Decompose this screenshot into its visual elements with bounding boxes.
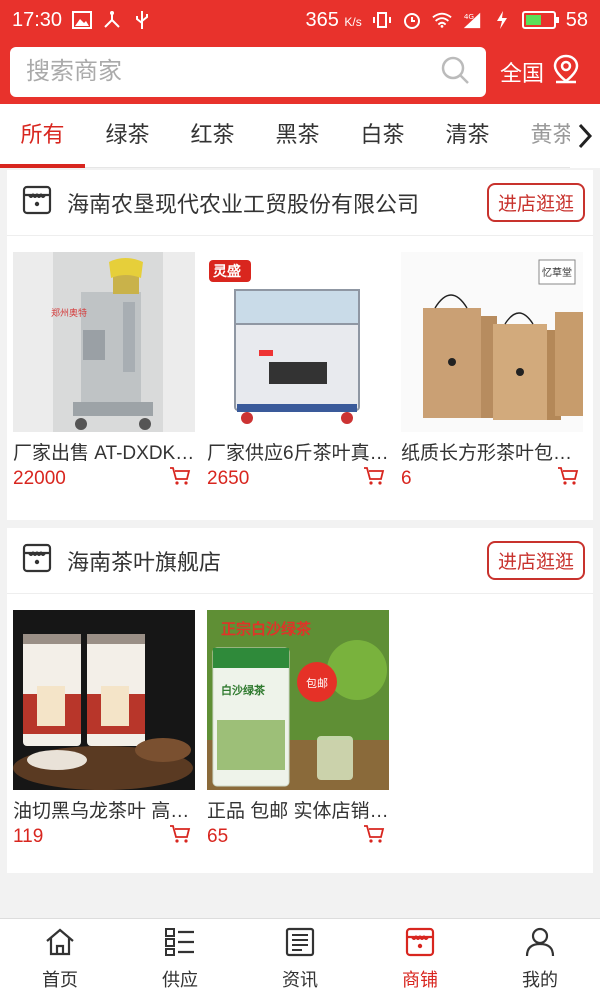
shop-card: 海南茶叶旗舰店 进店逛逛 油切黑乌龙茶叶 高山茶 119 正宗白沙绿茶 白沙绿茶… [7, 528, 593, 873]
network-share-icon [102, 10, 122, 30]
product-image-green-tea-bag[interactable]: 正宗白沙绿茶 白沙绿茶 包邮 [207, 610, 389, 790]
nav-mine-label: 我的 [522, 970, 558, 990]
product-name: 油切黑乌龙茶叶 高山茶 [13, 801, 195, 822]
chevron-right-icon[interactable] [570, 104, 600, 168]
product-name: 厂家供应6斤茶叶真空包装机 [207, 443, 389, 464]
signal-icon: 4G [462, 10, 482, 30]
tab-white-tea[interactable]: 白茶 [340, 104, 425, 168]
nav-supply-label: 供应 [162, 970, 198, 990]
product-price: 65 [207, 825, 229, 847]
location-pin-icon [552, 54, 580, 90]
product-image-vacuum-sealer[interactable]: 灵盛 [207, 252, 389, 432]
svg-text:4G: 4G [464, 12, 475, 21]
bottom-nav: 首页 供应 资讯 商铺 我的 [0, 918, 600, 1000]
svg-text:白沙绿茶: 白沙绿茶 [221, 683, 266, 697]
news-icon [284, 927, 316, 962]
nav-home[interactable]: 首页 [0, 919, 120, 1000]
nav-supply[interactable]: 供应 [120, 919, 240, 1000]
alarm-icon [402, 10, 422, 30]
svg-text:忆草堂: 忆草堂 [542, 266, 572, 279]
product-price: 22000 [13, 467, 66, 489]
visit-shop-button[interactable]: 进店逛逛 [486, 183, 585, 222]
tab-dark-tea[interactable]: 黑茶 [255, 104, 340, 168]
shop-list: 海南农垦现代农业工贸股份有限公司 进店逛逛 郑州奥特 厂家出售 AT-DXDK … [0, 170, 600, 918]
svg-text:灵盛: 灵盛 [213, 263, 241, 280]
product-row: 油切黑乌龙茶叶 高山茶 119 正宗白沙绿茶 白沙绿茶 包邮 正品 包邮 实体店… [7, 594, 593, 849]
product-row: 郑州奥特 厂家出售 AT-DXDK 全自动茶叶包装机 22000 [7, 236, 593, 491]
search-icon[interactable] [440, 55, 470, 90]
product-card[interactable]: 郑州奥特 厂家出售 AT-DXDK 全自动茶叶包装机 22000 [13, 252, 195, 491]
product-card[interactable]: 油切黑乌龙茶叶 高山茶 119 [13, 610, 195, 849]
home-icon [44, 927, 76, 962]
shop-name[interactable]: 海南茶叶旗舰店 [67, 545, 487, 577]
product-name: 正品 包邮 实体店销售白沙绿茶 [207, 801, 389, 822]
svg-text:郑州奥特: 郑州奥特 [51, 307, 87, 319]
product-card[interactable]: 忆草堂 纸质长方形茶叶包装盒 6 [401, 252, 583, 491]
region-selector[interactable]: 全国 [500, 54, 580, 90]
charging-icon [492, 10, 512, 30]
list-icon [164, 927, 196, 962]
shop-icon [404, 927, 436, 962]
nav-news-label: 资讯 [282, 970, 318, 990]
tab-black-tea[interactable]: 红茶 [170, 104, 255, 168]
shop-name[interactable]: 海南农垦现代农业工贸股份有限公司 [67, 187, 487, 219]
cart-icon[interactable] [557, 466, 579, 491]
search-box[interactable] [10, 47, 486, 97]
cart-icon[interactable] [169, 824, 191, 849]
region-label: 全国 [500, 61, 545, 86]
shop-header[interactable]: 海南农垦现代农业工贸股份有限公司 进店逛逛 [7, 170, 593, 236]
usb-icon [132, 10, 152, 30]
storefront-icon [21, 184, 53, 221]
cart-icon[interactable] [363, 466, 385, 491]
battery-icon [521, 11, 559, 29]
storefront-icon [21, 542, 53, 579]
tab-clear-tea[interactable]: 清茶 [425, 104, 510, 168]
tab-all[interactable]: 所有 [0, 104, 85, 168]
product-price: 6 [401, 467, 412, 489]
product-name: 厂家出售 AT-DXDK 全自动茶叶包装机 [13, 443, 195, 464]
net-speed: 365 K/s [305, 8, 362, 31]
product-image-oolong-tea-cans[interactable] [13, 610, 195, 790]
product-image-paper-box[interactable]: 忆草堂 [401, 252, 583, 432]
product-image-packaging-machine[interactable]: 郑州奥特 [13, 252, 195, 432]
svg-text:包邮: 包邮 [306, 677, 328, 690]
cart-icon[interactable] [169, 466, 191, 491]
nav-shops-label: 商铺 [402, 970, 438, 990]
nav-mine[interactable]: 我的 [480, 919, 600, 1000]
vibrate-icon [372, 10, 392, 30]
battery-percent: 58 [565, 8, 588, 31]
wifi-icon [432, 10, 452, 30]
search-header: 全国 [0, 40, 600, 104]
nav-shops[interactable]: 商铺 [360, 919, 480, 1000]
status-time: 17:30 [12, 8, 63, 31]
svg-text:正宗白沙绿茶: 正宗白沙绿茶 [221, 620, 312, 638]
person-icon [524, 927, 556, 962]
tab-green-tea[interactable]: 绿茶 [85, 104, 170, 168]
product-name: 纸质长方形茶叶包装盒 [401, 443, 583, 464]
image-icon [72, 10, 93, 30]
product-card[interactable]: 灵盛 厂家供应6斤茶叶真空包装机 2650 [207, 252, 389, 491]
visit-shop-button[interactable]: 进店逛逛 [486, 541, 585, 580]
nav-home-label: 首页 [42, 970, 78, 990]
search-input[interactable] [26, 58, 440, 86]
product-card[interactable]: 正宗白沙绿茶 白沙绿茶 包邮 正品 包邮 实体店销售白沙绿茶 65 [207, 610, 389, 849]
shop-card: 海南农垦现代农业工贸股份有限公司 进店逛逛 郑州奥特 厂家出售 AT-DXDK … [7, 170, 593, 520]
cart-icon[interactable] [363, 824, 385, 849]
product-price: 119 [13, 825, 44, 847]
product-price: 2650 [207, 467, 250, 489]
category-tabs: 所有 绿茶 红茶 黑茶 白茶 清茶 黄茶 [0, 104, 600, 168]
status-bar: 17:30 365 K/s 4G 58 [0, 0, 600, 40]
shop-header[interactable]: 海南茶叶旗舰店 进店逛逛 [7, 528, 593, 594]
nav-news[interactable]: 资讯 [240, 919, 360, 1000]
